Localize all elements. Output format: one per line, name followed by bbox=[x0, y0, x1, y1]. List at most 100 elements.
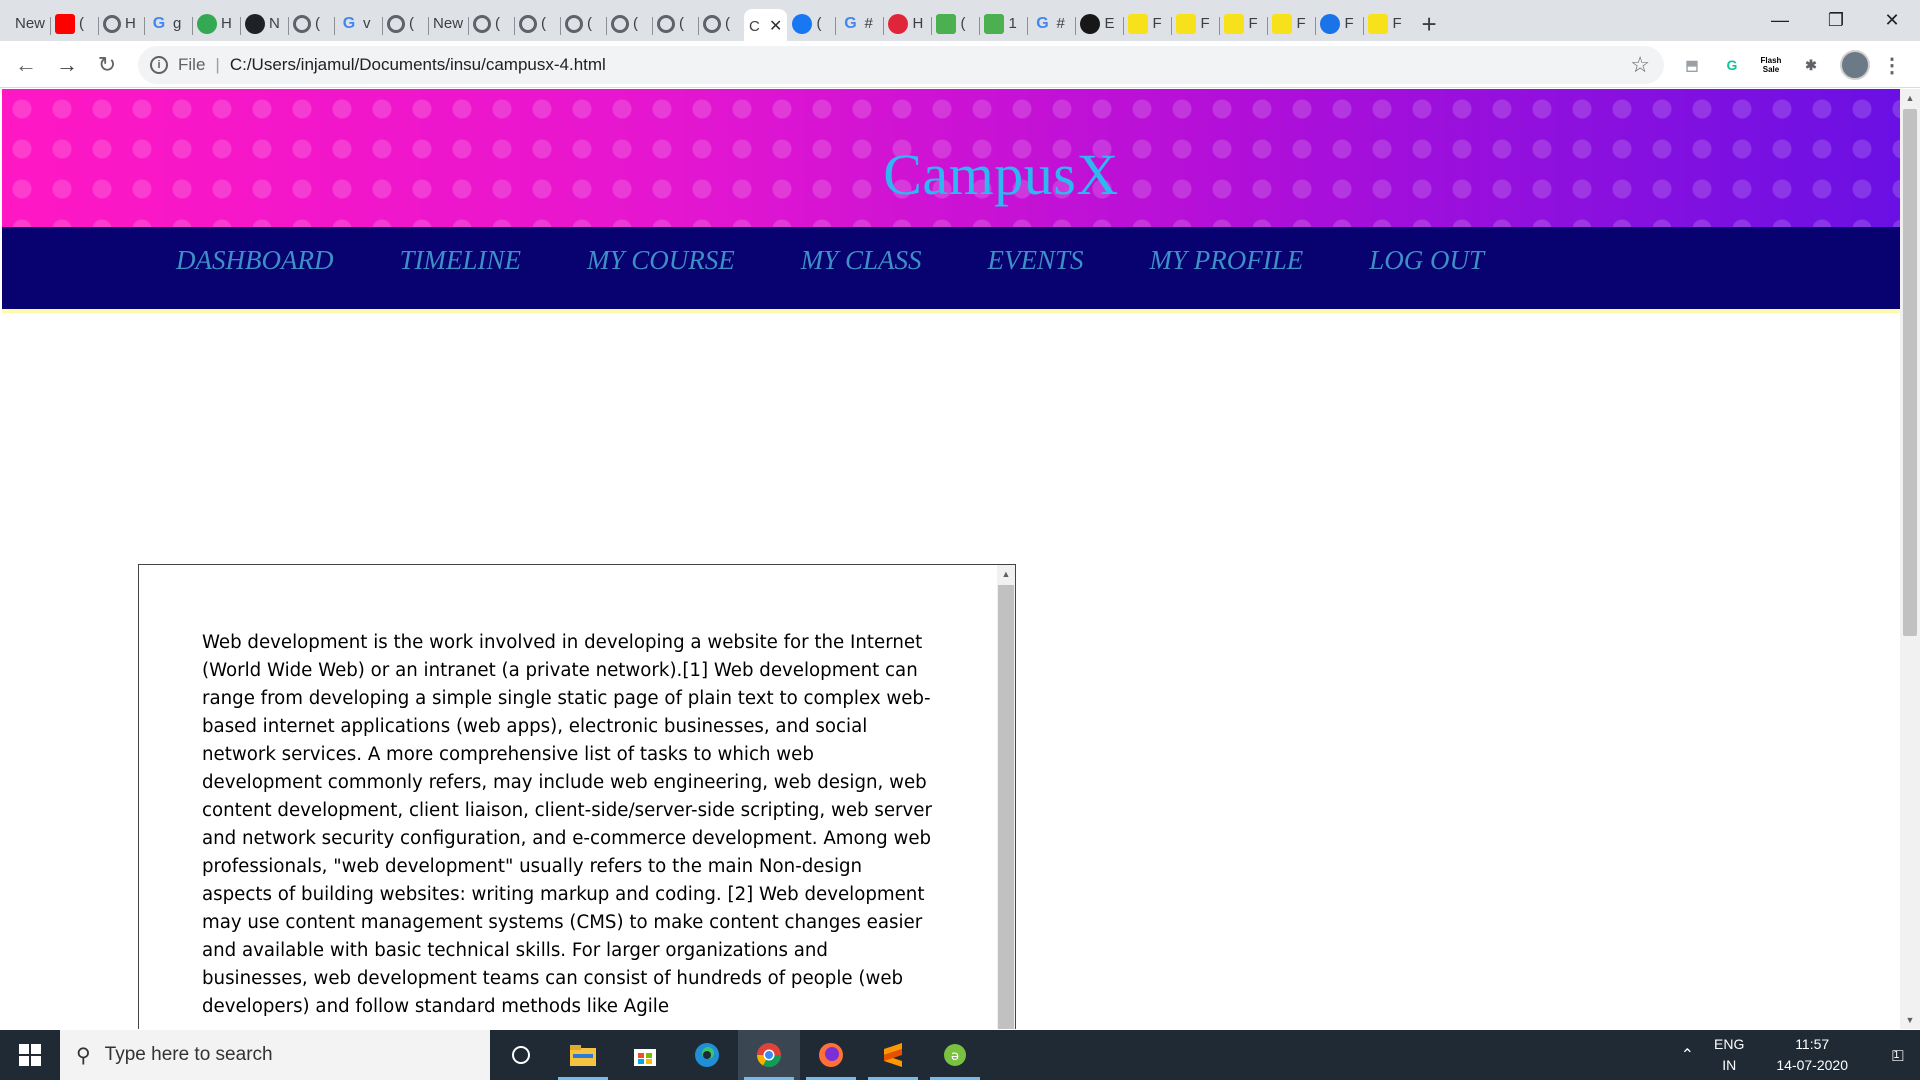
edge-icon[interactable] bbox=[676, 1030, 738, 1080]
browser-tab[interactable]: H bbox=[98, 9, 144, 39]
profile-avatar[interactable] bbox=[1840, 50, 1870, 80]
taskbar-search[interactable]: ⚲ Type here to search bbox=[60, 1030, 490, 1080]
scroll-up-icon[interactable]: ▲ bbox=[997, 565, 1015, 583]
clock-time: 11:57 bbox=[1795, 1036, 1830, 1052]
minimize-button[interactable]: — bbox=[1752, 0, 1808, 41]
tab-title: F bbox=[1344, 15, 1354, 32]
w3-icon bbox=[984, 13, 1005, 34]
grammarly-icon[interactable]: G bbox=[1720, 53, 1744, 77]
nav-item[interactable]: EVENTS bbox=[988, 245, 1084, 276]
search-icon: ⚲ bbox=[76, 1044, 91, 1067]
page-viewport: CampusX DASHBOARD TIMELINE MY COURSE MY CLA… bbox=[0, 89, 1920, 1029]
file-explorer-icon[interactable] bbox=[552, 1030, 614, 1080]
browser-tab[interactable]: C ✕ bbox=[744, 8, 788, 44]
browser-tab[interactable]: ( bbox=[606, 9, 652, 39]
browser-tab[interactable]: Gg bbox=[144, 9, 192, 39]
close-tab-icon[interactable]: ✕ bbox=[769, 16, 782, 36]
cortana-icon[interactable] bbox=[490, 1030, 552, 1080]
browser-tab[interactable]: F bbox=[1363, 9, 1411, 39]
store-icon[interactable] bbox=[614, 1030, 676, 1080]
taskbar: ⚲ Type here to search ə ⌃ ENG IN 11:57 1… bbox=[0, 1030, 1920, 1080]
page-scroll-thumb[interactable] bbox=[1903, 109, 1917, 636]
browser-tab[interactable]: ( bbox=[652, 9, 698, 39]
globe-icon bbox=[293, 14, 312, 33]
globe-icon bbox=[387, 14, 406, 33]
page-scroll-up-icon[interactable]: ▲ bbox=[1900, 89, 1920, 107]
nav-item[interactable]: TIMELINE bbox=[399, 245, 521, 276]
tab-list: New(H Gg H N(Gv(New((((((C ✕(G # H(1 G # E F F F F F F + bbox=[10, 6, 1437, 44]
nav-item[interactable]: MY COURSE bbox=[587, 245, 735, 276]
site-info-icon[interactable]: i bbox=[150, 56, 168, 74]
tab-title: F bbox=[1296, 15, 1306, 32]
app-icon[interactable]: ə bbox=[924, 1030, 986, 1080]
browser-tab[interactable]: New bbox=[428, 9, 468, 39]
windows-logo-icon bbox=[19, 1044, 41, 1066]
bookmark-star-icon[interactable]: ☆ bbox=[1630, 52, 1650, 78]
nav-item[interactable]: MY CLASS bbox=[801, 245, 922, 276]
tab-title: v bbox=[363, 15, 371, 32]
back-icon[interactable]: ← bbox=[12, 51, 40, 79]
start-button[interactable] bbox=[0, 1030, 60, 1080]
tab-title: # bbox=[1056, 15, 1065, 32]
browser-tab[interactable]: F bbox=[1267, 9, 1315, 39]
new-tab-button[interactable]: + bbox=[1421, 9, 1436, 39]
page-scroll-down-icon[interactable]: ▼ bbox=[1900, 1011, 1920, 1029]
browser-tab[interactable]: 1 bbox=[979, 9, 1027, 39]
tab-title: ( bbox=[495, 15, 501, 32]
menu-kebab-icon[interactable]: ⋮ bbox=[1880, 53, 1904, 77]
close-window-button[interactable]: ✕ bbox=[1864, 0, 1920, 41]
browser-tab[interactable]: G # bbox=[835, 9, 883, 39]
browser-tab[interactable]: ( bbox=[698, 9, 744, 39]
flash-sale-icon[interactable]: Flash Sale bbox=[1759, 53, 1783, 77]
browser-tab[interactable]: H bbox=[883, 9, 931, 39]
tab-title: ( bbox=[587, 15, 593, 32]
notifications-icon[interactable]: □ 1 bbox=[1872, 1030, 1920, 1080]
flipkart-icon bbox=[1272, 13, 1293, 34]
reload-icon[interactable]: ↻ bbox=[93, 51, 121, 79]
browser-tab[interactable]: Gv bbox=[334, 9, 382, 39]
tab-title: New bbox=[15, 15, 46, 32]
pdf-icon[interactable]: ⬒ bbox=[1680, 53, 1704, 77]
language-indicator[interactable]: ENG IN bbox=[1714, 1034, 1744, 1076]
puzzle-icon[interactable]: ✱ bbox=[1799, 53, 1823, 77]
browser-tab[interactable]: ( bbox=[468, 9, 514, 39]
flipkart-icon bbox=[1128, 13, 1149, 34]
browser-tab[interactable]: ( bbox=[514, 9, 560, 39]
clock[interactable]: 11:57 14-07-2020 bbox=[1776, 1034, 1848, 1076]
region-code: IN bbox=[1722, 1057, 1737, 1073]
browser-tab[interactable]: ( bbox=[382, 9, 428, 39]
browser-tab[interactable]: E bbox=[1075, 9, 1123, 39]
forward-icon[interactable]: → bbox=[53, 51, 81, 79]
url-scheme: File bbox=[178, 55, 206, 74]
chrome-icon[interactable] bbox=[738, 1030, 800, 1080]
article-scroll-thumb[interactable] bbox=[998, 585, 1014, 1029]
article-scrollbar[interactable]: ▲ bbox=[997, 565, 1015, 1029]
nav-item[interactable]: LOG OUT bbox=[1369, 245, 1484, 276]
sublime-icon[interactable] bbox=[862, 1030, 924, 1080]
page-scrollbar[interactable]: ▲ ▼ bbox=[1900, 89, 1920, 1029]
restore-button[interactable]: ❐ bbox=[1808, 0, 1864, 41]
tab-title: ( bbox=[960, 15, 966, 32]
browser-tab[interactable]: F bbox=[1171, 9, 1219, 39]
browser-tab[interactable]: ( bbox=[787, 9, 835, 39]
browser-tab[interactable]: ( bbox=[288, 9, 334, 39]
tray-overflow-icon[interactable]: ⌃ bbox=[1681, 1045, 1694, 1065]
browser-tab[interactable]: ( bbox=[931, 9, 979, 39]
nav-item[interactable]: MY PROFILE bbox=[1150, 245, 1304, 276]
browser-tab[interactable]: G # bbox=[1027, 9, 1075, 39]
browser-tab[interactable]: H bbox=[192, 9, 240, 39]
browser-tab[interactable]: New bbox=[10, 9, 50, 39]
nav-item[interactable]: DASHBOARD bbox=[176, 245, 333, 276]
tab-title: ( bbox=[633, 15, 639, 32]
address-bar[interactable]: i File | C:/Users/injamul/Documents/insu… bbox=[138, 46, 1664, 84]
browser-tab[interactable]: F bbox=[1315, 9, 1363, 39]
browser-tab[interactable]: ( bbox=[560, 9, 606, 39]
firefox-icon[interactable] bbox=[800, 1030, 862, 1080]
browser-toolbar: ← → ↻ i File | C:/Users/injamul/Document… bbox=[0, 41, 1920, 88]
flipkart-icon bbox=[1176, 13, 1197, 34]
facebook-icon bbox=[792, 13, 813, 34]
browser-tab[interactable]: ( bbox=[50, 9, 98, 39]
browser-tab[interactable]: N bbox=[240, 9, 288, 39]
browser-tab[interactable]: F bbox=[1219, 9, 1267, 39]
browser-tab[interactable]: F bbox=[1123, 9, 1171, 39]
